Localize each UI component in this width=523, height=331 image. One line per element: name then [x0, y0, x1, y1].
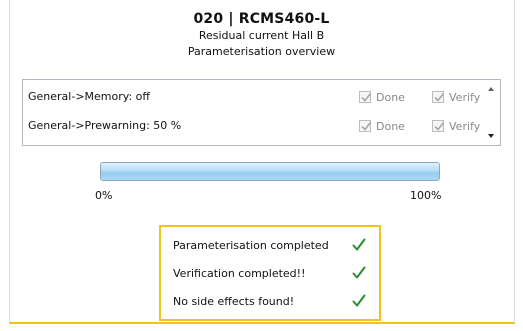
progress-min-label: 0% — [95, 189, 113, 202]
parameter-label: General->Memory: off — [28, 90, 150, 103]
summary-item: Parameterisation completed — [173, 236, 373, 256]
checkmark-icon — [352, 294, 366, 307]
device-title: 020 | RCMS460-L — [193, 11, 330, 27]
summary-item: No side effects found! — [173, 292, 373, 312]
summary-item: Verification completed!! — [173, 264, 373, 284]
verify-checkbox: Verify — [432, 119, 480, 133]
page-caption: Parameterisation overview — [187, 45, 336, 58]
checkbox-box — [359, 120, 372, 132]
checkmark-icon — [361, 122, 372, 131]
done-checkbox: Done — [359, 90, 405, 104]
summary-panel: Parameterisation completed Verification … — [159, 225, 381, 321]
list-item: General->Memory: off Done Verify — [23, 84, 483, 110]
verify-label: Verify — [449, 90, 481, 104]
checkmark-icon — [434, 93, 445, 102]
parameter-label: General->Prewarning: 50 % — [28, 119, 182, 132]
progress-max-label: 100% — [410, 189, 442, 202]
scroll-up-arrow-icon[interactable] — [488, 87, 494, 91]
verify-checkbox: Verify — [432, 90, 480, 104]
checkbox-box — [432, 120, 445, 132]
checkmark-icon — [361, 93, 372, 102]
done-label: Done — [376, 119, 405, 133]
vertical-scrollbar[interactable] — [483, 80, 500, 145]
checkmark-icon — [352, 238, 366, 251]
summary-text: Verification completed!! — [173, 267, 306, 280]
verify-label: Verify — [449, 119, 481, 133]
checkmark-icon — [434, 122, 445, 131]
scroll-down-arrow-icon[interactable] — [488, 134, 494, 138]
progress-fill — [101, 163, 439, 180]
checkbox-box — [432, 91, 445, 103]
summary-text: No side effects found! — [173, 295, 295, 308]
header: 020 | RCMS460-L Residual current Hall B … — [0, 10, 523, 60]
checkmark-icon — [352, 266, 366, 279]
device-subtitle: Residual current Hall B — [198, 29, 325, 42]
done-label: Done — [376, 90, 405, 104]
done-checkbox: Done — [359, 119, 405, 133]
parameter-list[interactable]: General->Memory: off Done Verify General… — [22, 79, 501, 146]
checkbox-box — [359, 91, 372, 103]
list-item: General->Prewarning: 50 % Done Verify — [23, 113, 483, 139]
progress-bar — [100, 162, 440, 181]
summary-text: Parameterisation completed — [173, 239, 329, 252]
